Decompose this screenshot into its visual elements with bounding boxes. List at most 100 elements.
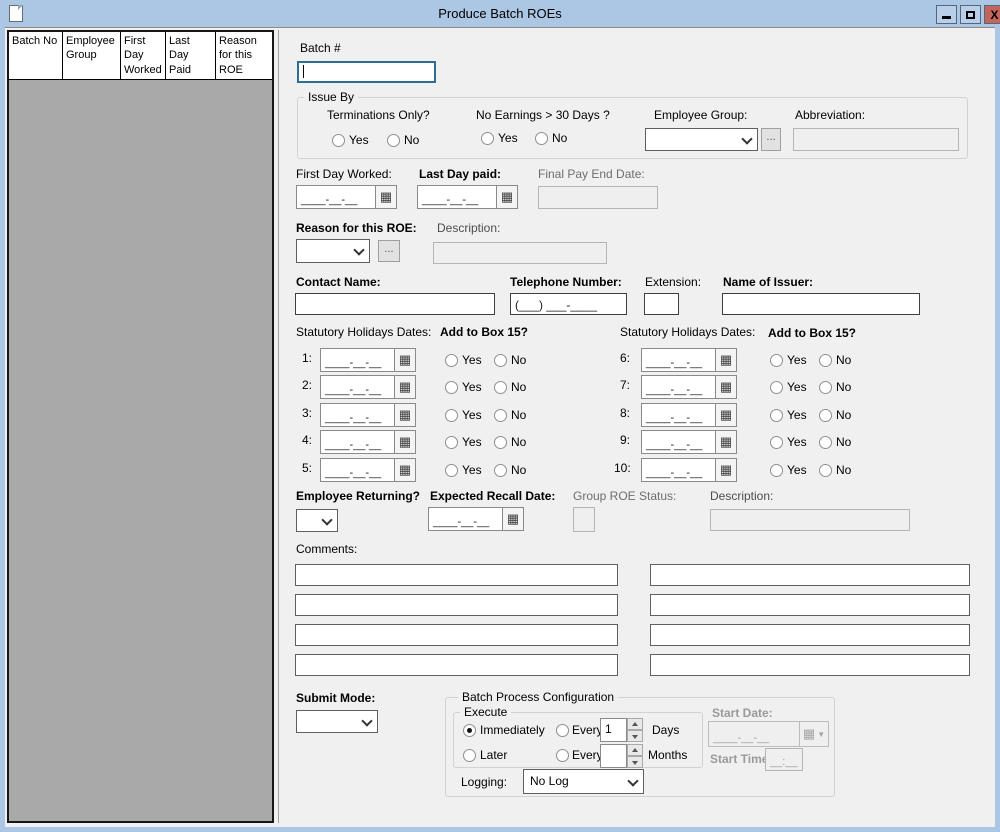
- holiday-1-box15-no-radio[interactable]: [494, 354, 507, 367]
- comment-input-4[interactable]: [295, 654, 618, 676]
- last-day-paid-datefield[interactable]: ____-__-__ ▦: [417, 185, 518, 209]
- comment-input-1[interactable]: [295, 564, 618, 586]
- comment-input-7[interactable]: [650, 624, 970, 646]
- calendar-icon[interactable]: ▦: [375, 185, 397, 209]
- batch-number-input[interactable]: [297, 61, 436, 83]
- comment-input-2[interactable]: [295, 594, 618, 616]
- logging-select[interactable]: No Log: [523, 769, 644, 794]
- holiday-3-box15-yes-radio[interactable]: [445, 409, 458, 422]
- holiday-8-box15-no-radio[interactable]: [819, 409, 832, 422]
- terminations-yes-radio[interactable]: [332, 134, 345, 147]
- holiday-7-box15-yes-radio[interactable]: [770, 381, 783, 394]
- calendar-icon[interactable]: ▦: [502, 507, 524, 531]
- employee-returning-select[interactable]: [296, 509, 338, 532]
- holiday-3-input[interactable]: ____-__-__: [320, 403, 394, 427]
- telephone-input[interactable]: (___) ___-____: [510, 293, 627, 315]
- calendar-icon[interactable]: ▦: [715, 403, 737, 427]
- calendar-icon[interactable]: ▦: [496, 185, 518, 209]
- every-days-input[interactable]: 1: [600, 718, 627, 742]
- holiday-6-datefield[interactable]: ____-__-__▦: [641, 348, 737, 372]
- expected-recall-input[interactable]: ____-__-__: [428, 507, 502, 531]
- terminations-no-radio[interactable]: [387, 134, 400, 147]
- holiday-9-box15-no-radio[interactable]: [819, 436, 832, 449]
- holiday-5-box15-yes-radio[interactable]: [445, 464, 458, 477]
- holiday-3-box15-no-radio[interactable]: [494, 409, 507, 422]
- comment-input-3[interactable]: [295, 624, 618, 646]
- calendar-icon[interactable]: ▦: [394, 430, 416, 454]
- column-header-reason[interactable]: Reason for this ROE: [216, 32, 272, 80]
- holiday-3-datefield[interactable]: ____-__-__▦: [320, 403, 416, 427]
- holiday-6-box15-yes-radio[interactable]: [770, 354, 783, 367]
- column-header-first-day-worked[interactable]: First Day Worked: [121, 32, 166, 80]
- holiday-7-box15-no-radio[interactable]: [819, 381, 832, 394]
- spinner-up-icon[interactable]: [627, 744, 643, 756]
- calendar-icon[interactable]: ▦: [715, 430, 737, 454]
- days-spinner[interactable]: [627, 718, 643, 742]
- batch-results-grid[interactable]: Batch No Employee Group First Day Worked…: [7, 30, 274, 823]
- holiday-6-input[interactable]: ____-__-__: [641, 348, 715, 372]
- title-bar[interactable]: Produce Batch ROEs X: [0, 0, 1000, 27]
- holiday-1-input[interactable]: ____-__-__: [320, 348, 394, 372]
- holiday-2-datefield[interactable]: ____-__-__▦: [320, 375, 416, 399]
- comment-input-6[interactable]: [650, 594, 970, 616]
- issuer-input[interactable]: [722, 293, 920, 315]
- holiday-4-box15-no-radio[interactable]: [494, 436, 507, 449]
- spinner-down-icon[interactable]: [627, 730, 643, 742]
- column-header-last-day-paid[interactable]: Last Day Paid: [166, 32, 216, 80]
- holiday-1-box15-yes-radio[interactable]: [445, 354, 458, 367]
- calendar-icon[interactable]: ▦: [715, 375, 737, 399]
- column-header-batch-no[interactable]: Batch No: [9, 32, 63, 80]
- holiday-8-box15-yes-radio[interactable]: [770, 409, 783, 422]
- execute-later-radio[interactable]: [463, 749, 476, 762]
- spinner-down-icon[interactable]: [627, 756, 643, 768]
- holiday-5-datefield[interactable]: ____-__-__▦: [320, 458, 416, 482]
- minimize-button[interactable]: [936, 5, 957, 24]
- holiday-1-datefield[interactable]: ____-__-__▦: [320, 348, 416, 372]
- holiday-5-box15-no-radio[interactable]: [494, 464, 507, 477]
- first-day-worked-datefield[interactable]: ____-__-__ ▦: [296, 185, 397, 209]
- last-day-paid-input[interactable]: ____-__-__: [417, 185, 496, 209]
- calendar-icon[interactable]: ▦: [394, 403, 416, 427]
- holiday-4-box15-yes-radio[interactable]: [445, 436, 458, 449]
- maximize-button[interactable]: [960, 5, 981, 24]
- holiday-10-box15-yes-radio[interactable]: [770, 464, 783, 477]
- holiday-8-datefield[interactable]: ____-__-__▦: [641, 403, 737, 427]
- holiday-2-box15-no-radio[interactable]: [494, 381, 507, 394]
- holiday-2-input[interactable]: ____-__-__: [320, 375, 394, 399]
- spinner-up-icon[interactable]: [627, 718, 643, 730]
- holiday-10-box15-no-radio[interactable]: [819, 464, 832, 477]
- months-spinner[interactable]: [627, 744, 643, 768]
- reason-select[interactable]: [296, 239, 370, 263]
- holiday-9-box15-yes-radio[interactable]: [770, 436, 783, 449]
- submit-mode-select[interactable]: [296, 710, 378, 733]
- holiday-8-input[interactable]: ____-__-__: [641, 403, 715, 427]
- execute-every-days-radio[interactable]: [556, 724, 569, 737]
- holiday-2-box15-yes-radio[interactable]: [445, 381, 458, 394]
- holiday-7-input[interactable]: ____-__-__: [641, 375, 715, 399]
- holiday-7-datefield[interactable]: ____-__-__▦: [641, 375, 737, 399]
- calendar-icon[interactable]: ▦: [715, 458, 737, 482]
- comment-input-5[interactable]: [650, 564, 970, 586]
- expected-recall-datefield[interactable]: ____-__-__▦: [428, 507, 524, 531]
- holiday-10-datefield[interactable]: ____-__-__▦: [641, 458, 737, 482]
- extension-input[interactable]: [644, 293, 679, 315]
- employee-group-browse-button[interactable]: ...: [761, 128, 781, 151]
- employee-group-select[interactable]: [645, 128, 758, 151]
- first-day-worked-input[interactable]: ____-__-__: [296, 185, 375, 209]
- holiday-10-input[interactable]: ____-__-__: [641, 458, 715, 482]
- holiday-6-box15-no-radio[interactable]: [819, 354, 832, 367]
- holiday-5-input[interactable]: ____-__-__: [320, 458, 394, 482]
- holiday-9-datefield[interactable]: ____-__-__▦: [641, 430, 737, 454]
- execute-every-months-radio[interactable]: [556, 749, 569, 762]
- calendar-icon[interactable]: ▦: [394, 458, 416, 482]
- calendar-icon[interactable]: ▦: [394, 375, 416, 399]
- execute-immediately-radio[interactable]: [463, 724, 476, 737]
- comment-input-8[interactable]: [650, 654, 970, 676]
- every-months-input[interactable]: [600, 744, 627, 768]
- contact-name-input[interactable]: [295, 293, 495, 315]
- close-button[interactable]: X: [984, 5, 1000, 24]
- column-header-employee-group[interactable]: Employee Group: [63, 32, 121, 80]
- holiday-9-input[interactable]: ____-__-__: [641, 430, 715, 454]
- calendar-icon[interactable]: ▦: [394, 348, 416, 372]
- no-earnings-no-radio[interactable]: [535, 132, 548, 145]
